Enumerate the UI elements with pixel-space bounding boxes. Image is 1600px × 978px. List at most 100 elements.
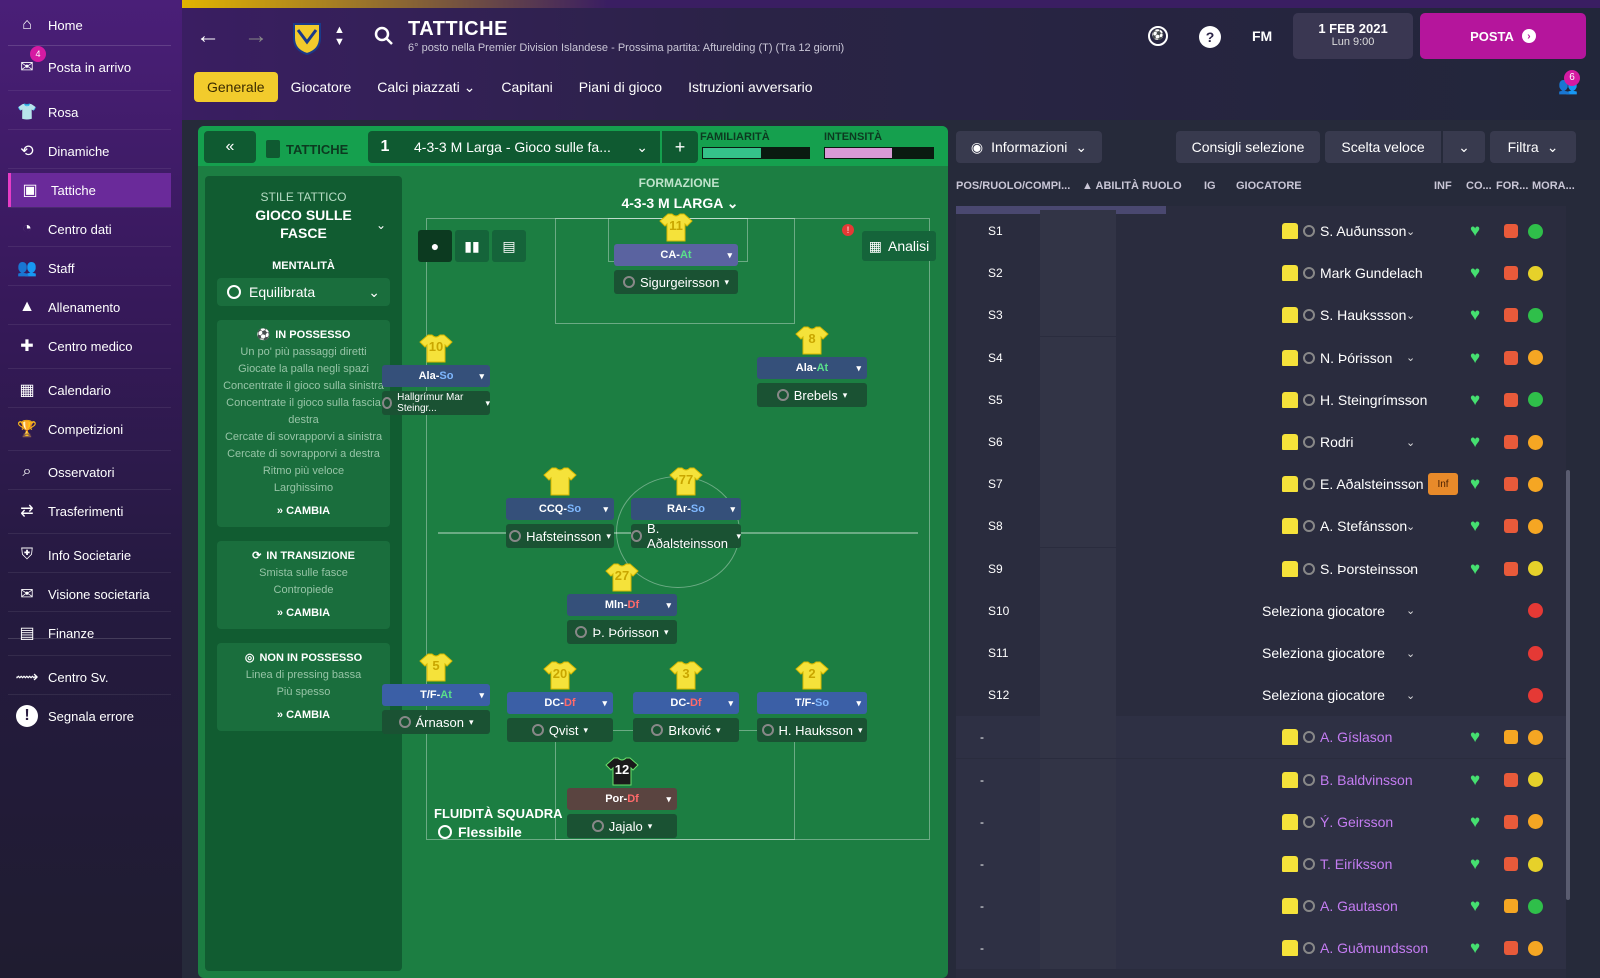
column-header[interactable]: GIOCATORE [1236,180,1302,192]
table-scrollbar[interactable] [1566,470,1570,900]
warning-icon[interactable]: ! [842,224,854,236]
club-switch-icon[interactable]: ▲ ▼ [334,24,345,48]
tab-piani-di-gioco[interactable]: Piani di gioco [566,72,675,102]
player-select[interactable]: Qvist ▾ [507,718,613,742]
sidebar-item-centro-sv-[interactable]: ⟿ Centro Sv. [8,660,171,694]
selection-advice-button[interactable]: Consigli selezione [1176,131,1320,163]
tab-generale[interactable]: Generale [194,72,278,102]
sidebar-item-tattiche[interactable]: ▣ Tattiche [8,173,171,207]
chevron-down-icon[interactable]: ⌄ [1406,267,1415,280]
sidebar-item-staff[interactable]: 👥 Staff [8,251,171,285]
chevron-down-icon[interactable]: ⌄ [1406,351,1415,364]
player-cell[interactable]: S. Þorsteinsson [1282,560,1418,577]
chevron-down-icon[interactable]: ⌄ [1406,309,1415,322]
player-select[interactable]: Hallgrímur Mar Steingr... ▾ [382,391,490,415]
role-select[interactable]: CA - At ▾ [614,244,738,266]
formation-select[interactable]: 4-3-3 M LARGA ⌄ [600,195,760,212]
table-row[interactable]: - B. Baldvinsson ♥ [956,758,1566,801]
role-select[interactable]: Ala - At ▾ [757,357,867,379]
change-in-possession-button[interactable]: » CAMBIA [221,505,386,517]
table-row[interactable]: - A. Gautason ♥ [956,885,1566,928]
table-row[interactable]: S7 E. Aðalsteinsson ⌄ Inf ♥ [956,463,1566,506]
sidebar-item-dinamiche[interactable]: ⟲ Dinamiche [8,134,171,168]
table-row[interactable]: - A. Gíslason ♥ [956,716,1566,759]
change-transition-button[interactable]: » CAMBIA [221,607,386,619]
search-icon[interactable] [374,26,394,46]
role-select[interactable]: CCQ - So ▾ [506,498,614,520]
table-row[interactable]: - Ý. Geirsson ♥ [956,800,1566,843]
role-select[interactable]: DC - Df ▾ [633,692,739,714]
player-cell[interactable]: A. Stefánsson [1282,518,1407,535]
sidebar-item-visione-societaria[interactable]: ✉ Visione societaria [8,577,171,611]
table-row[interactable]: S8 A. Stefánsson ⌄ ♥ [956,505,1566,548]
help-icon[interactable]: ? [1199,26,1221,48]
role-select[interactable]: DC - Df ▾ [507,692,613,714]
sidebar-item-posta-in-arrivo[interactable]: ✉ Posta in arrivo 4 [8,46,171,84]
player-select[interactable]: Sigurgeirsson ▾ [614,270,738,294]
table-row[interactable]: S12 Seleziona giocatore ⌄ [956,674,1566,717]
sidebar-item-allenamento[interactable]: ▲ Allenamento [8,290,171,324]
sidebar-item-osservatori[interactable]: ⌕ Osservatori [8,455,171,489]
sidebar-item-competizioni[interactable]: 🏆 Competizioni [8,412,171,446]
column-header[interactable]: MORA... [1532,180,1575,192]
table-row[interactable]: S11 Seleziona giocatore ⌄ [956,632,1566,674]
table-row[interactable]: - A. Guðmundsson ♥ [956,927,1566,970]
posta-button[interactable]: POSTA › [1420,13,1586,59]
table-row[interactable]: S5 H. Steingrímsson ⌄ ♥ [956,378,1566,421]
sidebar-item-home[interactable]: ⌂ Home [8,8,171,42]
player-cell[interactable]: A. Guðmundsson [1282,940,1428,957]
player-select[interactable]: Þ. Þórisson ▾ [567,620,677,644]
familiarity-meter[interactable] [702,147,810,159]
select-player-dropdown[interactable]: Seleziona giocatore [1262,603,1385,619]
board-view-icon[interactable]: ▤ [492,230,526,262]
fm-menu-button[interactable]: FM [1252,28,1272,44]
column-header[interactable]: POS/RUOLO/COMPI... [956,180,1070,192]
chevron-down-icon[interactable]: ⌄ [1406,478,1415,491]
change-out-possession-button[interactable]: » CAMBIA [221,709,386,721]
select-player-dropdown[interactable]: Seleziona giocatore [1262,645,1385,661]
player-cell[interactable]: Mark Gundelach [1282,265,1423,282]
player-cell[interactable]: T. Eiríksson [1282,856,1392,872]
tab-giocatore[interactable]: Giocatore [278,72,365,102]
chevron-down-icon[interactable]: ⌄ [1406,225,1415,238]
table-row[interactable]: S6 Rodri ⌄ ♥ [956,421,1566,463]
player-cell[interactable]: Ý. Geirsson [1282,813,1393,830]
column-header[interactable]: CO... [1466,180,1492,192]
sidebar-item-centro-dati[interactable]: ◔ Centro dati [8,212,171,246]
back-arrow-icon[interactable]: ← [196,22,220,50]
role-select[interactable]: RAr - So ▾ [631,498,741,520]
player-select[interactable]: Hafsteinsson ▾ [506,524,614,548]
date-continue-button[interactable]: 1 FEB 2021 Lun 9:00 [1293,13,1413,59]
quick-pick-button[interactable]: Scelta veloce [1325,131,1441,163]
table-row[interactable]: S2 Mark Gundelach ⌄ ♥ [956,252,1566,295]
sidebar-item-finanze[interactable]: ▤ Finanze [8,616,171,650]
filter-dropdown[interactable]: Filtra ⌄ [1490,131,1576,163]
table-row[interactable]: S10 Seleziona giocatore ⌄ [956,589,1566,632]
player-select[interactable]: Brebels ▾ [757,383,867,407]
select-player-dropdown[interactable]: Seleziona giocatore [1262,687,1385,703]
chevron-down-icon[interactable]: ⌄ [1406,562,1415,575]
role-select[interactable]: T/F - So ▾ [757,692,867,714]
role-select[interactable]: T/F - At ▾ [382,684,490,706]
fluidity-value[interactable]: Flessibile [438,824,522,840]
player-cell[interactable]: A. Gíslason [1282,729,1392,746]
sidebar-item-segnala-errore[interactable]: ! Segnala errore [8,699,171,733]
column-header[interactable]: INF [1434,180,1452,192]
sidebar-item-calendario[interactable]: ▦ Calendario [8,373,171,407]
tab-istruzioni-avversario[interactable]: Istruzioni avversario [675,72,826,102]
forward-arrow-icon[interactable]: → [244,22,268,50]
column-header[interactable]: ▲ ABILITÀ RUOLO [1082,180,1182,192]
column-header[interactable]: IG [1204,180,1216,192]
player-cell[interactable]: B. Baldvinsson [1282,771,1413,788]
info-dropdown[interactable]: ◉ Informazioni ⌄ [956,131,1102,163]
player-cell[interactable]: S. Auðunsson [1282,223,1406,239]
tactic-select[interactable]: 4-3-3 M Larga - Gioco sulle fa... ⌄ [402,131,660,163]
add-tactic-button[interactable]: + [662,131,698,163]
chevron-down-icon[interactable]: ⌄ [1406,436,1415,449]
intensity-meter[interactable] [824,147,934,159]
sidebar-item-info-societarie[interactable]: ⛨ Info Societarie [8,538,171,572]
table-row[interactable]: S3 S. Haukssson ⌄ ♥ [956,294,1566,337]
player-select[interactable]: B. Aðalsteinsson ▾ [631,521,741,551]
role-select[interactable]: Por - Df ▾ [567,788,677,810]
player-select[interactable]: Jajalo ▾ [567,814,677,838]
